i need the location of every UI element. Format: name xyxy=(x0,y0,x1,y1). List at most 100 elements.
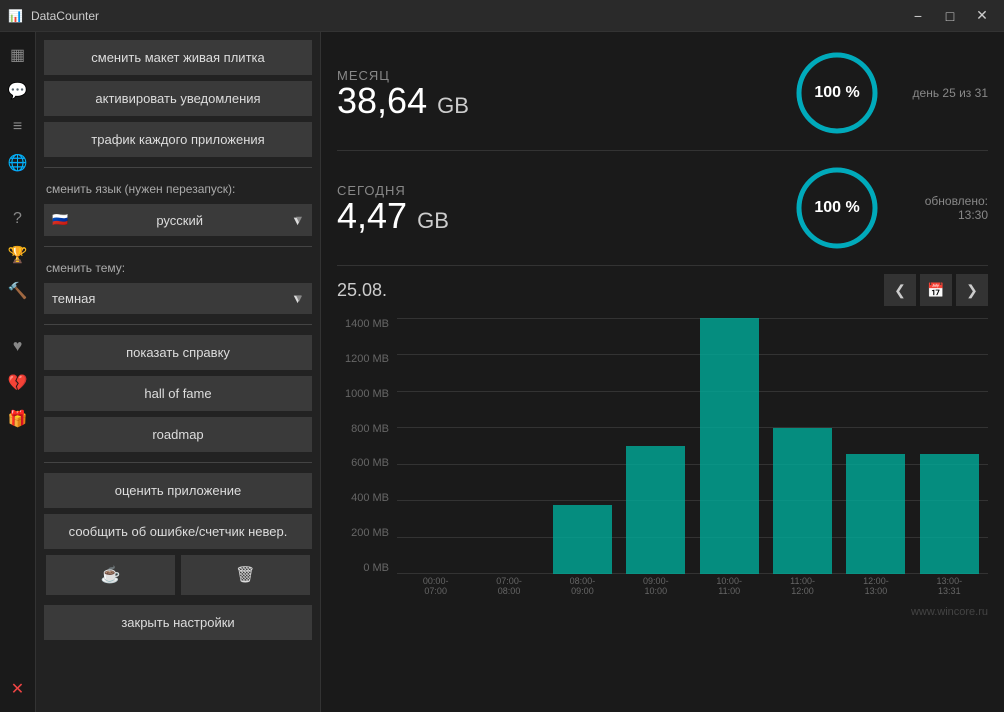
sidebar-btn-help[interactable]: показать справку xyxy=(44,335,312,370)
month-day-info: день 25 из 31 xyxy=(913,86,988,100)
sidebar-btn-report[interactable]: сообщить об ошибке/счетчик невер. xyxy=(44,514,312,549)
month-unit: GB xyxy=(437,93,469,118)
chart-y-400: 400 MB xyxy=(337,492,389,504)
bar-group-7 xyxy=(915,318,984,574)
flag-icon: 🇷🇺 xyxy=(52,212,68,228)
chart-plot: 00:00-07:00 07:00-08:00 08:00-09:00 09:0… xyxy=(397,318,988,598)
today-updated-time: 13:30 xyxy=(958,208,988,222)
main-content: МЕСЯЦ 38,64 GB 100 % день 25 из 31 СЕГОД xyxy=(321,32,1004,712)
chart-y-800: 800 MB xyxy=(337,423,389,435)
today-circle: 100 % xyxy=(792,163,882,253)
title-bar-controls: − □ ✕ xyxy=(904,2,996,30)
today-right-info: обновлено: 13:30 xyxy=(898,194,988,222)
chart-x-labels: 00:00-07:00 07:00-08:00 08:00-09:00 09:0… xyxy=(397,574,988,598)
chart-header: 25.08. ❮ 📅 ❯ xyxy=(337,274,988,306)
language-select[interactable]: 🇷🇺 русский ▼ xyxy=(44,204,312,236)
icon-bar-bottom: ✕ xyxy=(3,674,33,712)
month-number: 38,64 xyxy=(337,80,427,121)
chart-y-1200: 1200 MB xyxy=(337,353,389,365)
x-label-6: 12:00-13:00 xyxy=(841,574,910,598)
chart-y-0: 0 MB xyxy=(337,562,389,574)
icon-bar: ▦ 💬 ≡ 🌐 ? 🏆 🔨 ♥ 💔 🎁 ✕ xyxy=(0,32,36,712)
today-stat-section: СЕГОДНЯ 4,47 GB 100 % обновлено: 13:30 xyxy=(337,163,988,266)
sidebar-divider-2 xyxy=(44,246,312,247)
minimize-button[interactable]: − xyxy=(904,2,932,30)
bar-group-3 xyxy=(621,318,690,574)
x-label-1: 07:00-08:00 xyxy=(474,574,543,598)
bar-7 xyxy=(920,454,979,574)
chart-date: 25.08. xyxy=(337,280,387,301)
maximize-button[interactable]: □ xyxy=(936,2,964,30)
sidebar-btn-app-traffic[interactable]: трафик каждого приложения xyxy=(44,122,312,157)
sidebar-btn-roadmap[interactable]: roadmap xyxy=(44,417,312,452)
icon-bar-chat[interactable]: 💬 xyxy=(3,76,33,106)
sidebar-bottom-icons: ☕ 🗑 xyxy=(44,555,312,595)
close-icon[interactable]: ✕ xyxy=(3,674,33,704)
chart-y-200: 200 MB xyxy=(337,527,389,539)
chart-next-button[interactable]: ❯ xyxy=(956,274,988,306)
bar-2 xyxy=(553,505,612,574)
x-label-4: 10:00-11:00 xyxy=(695,574,764,598)
bar-group-2 xyxy=(548,318,617,574)
icon-bar-trophy[interactable]: 🏆 xyxy=(3,240,33,270)
x-label-2: 08:00-09:00 xyxy=(548,574,617,598)
chevron-down-icon: ▼ xyxy=(291,213,304,228)
chart-prev-button[interactable]: ❮ xyxy=(884,274,916,306)
sidebar: сменить макет живая плитка активировать … xyxy=(36,32,321,712)
today-stat-info: СЕГОДНЯ 4,47 GB xyxy=(337,183,776,234)
sidebar-btn-hall-of-fame[interactable]: hall of fame xyxy=(44,376,312,411)
month-right-info: день 25 из 31 xyxy=(898,86,988,100)
icon-bar-grid[interactable]: ▦ xyxy=(3,40,33,70)
chart-y-1400: 1400 MB xyxy=(337,318,389,330)
x-label-3: 09:00-10:00 xyxy=(621,574,690,598)
today-number: 4,47 xyxy=(337,195,407,236)
today-value: 4,47 GB xyxy=(337,198,776,234)
sidebar-btn-live-tile[interactable]: сменить макет живая плитка xyxy=(44,40,312,75)
month-stat-section: МЕСЯЦ 38,64 GB 100 % день 25 из 31 xyxy=(337,48,988,151)
theme-select[interactable]: темная ▼ xyxy=(44,283,312,314)
x-label-7: 13:00-13:31 xyxy=(915,574,984,598)
month-percent: 100 % xyxy=(814,84,859,102)
icon-bar-question[interactable]: ? xyxy=(3,204,33,234)
bar-group-4 xyxy=(695,318,764,574)
app-icon: 📊 xyxy=(8,9,23,23)
close-button[interactable]: ✕ xyxy=(968,2,996,30)
bar-3 xyxy=(626,446,685,574)
icon-bar-roadmap[interactable]: 🔨 xyxy=(3,276,33,306)
bar-group-6 xyxy=(841,318,910,574)
chart-calendar-button[interactable]: 📅 xyxy=(920,274,952,306)
month-value: 38,64 GB xyxy=(337,83,776,119)
sidebar-icon-btn-coffee[interactable]: ☕ xyxy=(46,555,175,595)
bar-group-0 xyxy=(401,318,470,574)
icon-bar-heart[interactable]: ♥ xyxy=(3,332,33,362)
bar-4 xyxy=(700,318,759,574)
chevron-down-icon2: ▼ xyxy=(291,291,304,306)
chart-bars xyxy=(397,318,988,574)
bar-5 xyxy=(773,428,832,574)
icon-bar-globe[interactable]: 🌐 xyxy=(3,148,33,178)
bar-6 xyxy=(846,454,905,574)
icon-bar-broken-heart[interactable]: 💔 xyxy=(3,368,33,398)
sidebar-divider-1 xyxy=(44,167,312,168)
theme-value: темная xyxy=(52,291,95,306)
bar-group-5 xyxy=(768,318,837,574)
language-label: сменить язык (нужен перезапуск): xyxy=(44,178,312,198)
app-title: DataCounter xyxy=(31,9,99,23)
month-circle: 100 % xyxy=(792,48,882,138)
app-body: ▦ 💬 ≡ 🌐 ? 🏆 🔨 ♥ 💔 🎁 ✕ сменить макет жива… xyxy=(0,32,1004,712)
sidebar-btn-notifications[interactable]: активировать уведомления xyxy=(44,81,312,116)
title-bar-left: 📊 DataCounter xyxy=(8,9,99,23)
watermark: www.wincore.ru xyxy=(337,606,988,618)
x-label-0: 00:00-07:00 xyxy=(401,574,470,598)
sidebar-icon-btn-trash[interactable]: 🗑 xyxy=(181,555,310,595)
bar-group-1 xyxy=(474,318,543,574)
icon-bar-gift[interactable]: 🎁 xyxy=(3,404,33,434)
chart-y-1000: 1000 MB xyxy=(337,388,389,400)
today-percent: 100 % xyxy=(814,199,859,217)
x-label-5: 11:00-12:00 xyxy=(768,574,837,598)
theme-label: сменить тему: xyxy=(44,257,312,277)
sidebar-btn-rate[interactable]: оценить приложение xyxy=(44,473,312,508)
icon-bar-list[interactable]: ≡ xyxy=(3,112,33,142)
chart-y-axis: 1400 MB 1200 MB 1000 MB 800 MB 600 MB 40… xyxy=(337,318,397,598)
sidebar-close-btn[interactable]: закрыть настройки xyxy=(44,605,312,640)
